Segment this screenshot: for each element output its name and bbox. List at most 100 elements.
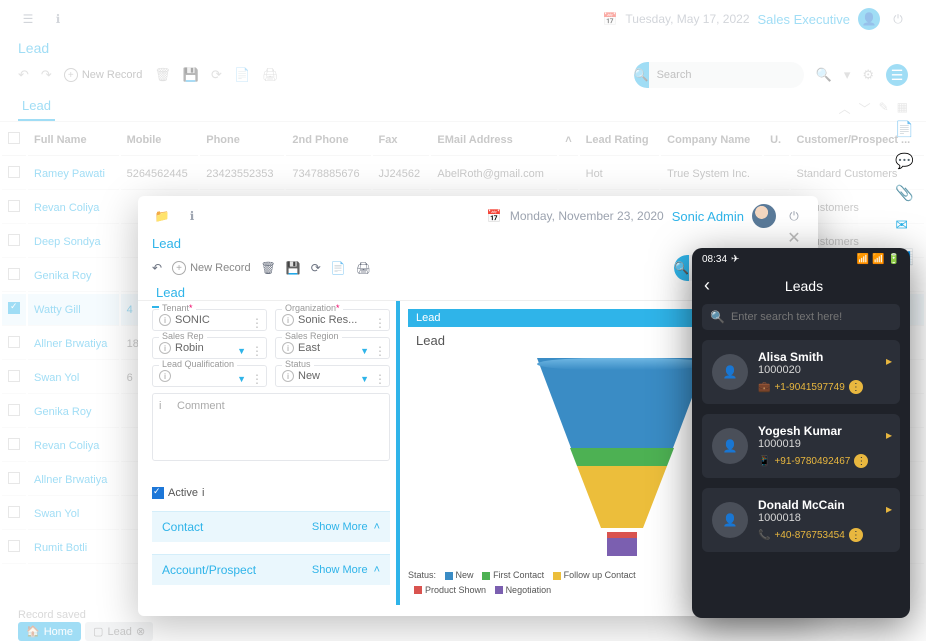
- redo-icon[interactable]: ↷: [41, 67, 52, 83]
- col-mobile[interactable]: Mobile: [121, 124, 199, 156]
- gear-icon[interactable]: ⚙: [862, 67, 874, 83]
- search-input[interactable]: [649, 69, 804, 81]
- menu-icon[interactable]: ☰: [18, 9, 38, 29]
- col-fax[interactable]: Fax: [373, 124, 430, 156]
- more-icon[interactable]: ⋮: [849, 380, 863, 394]
- info-icon[interactable]: ℹ: [182, 206, 202, 226]
- power-icon[interactable]: ⏻: [888, 9, 908, 29]
- col-phone[interactable]: Phone: [200, 124, 284, 156]
- lead-link[interactable]: Revan Coliya: [34, 202, 99, 214]
- lead-card[interactable]: 👤 Yogesh Kumar1000019 📱+91-9780492467 ⋮ …: [702, 414, 900, 478]
- chevron-right-icon[interactable]: ▸: [886, 502, 892, 516]
- lead-link[interactable]: Revan Coliya: [34, 440, 99, 452]
- trash-icon[interactable]: 🗑: [154, 67, 171, 83]
- sales-rep-field[interactable]: Sales Rep iRobin ▼⋮: [152, 337, 267, 359]
- user-link[interactable]: Sales Executive: [758, 12, 851, 27]
- lead-link[interactable]: Ramey Pawati: [34, 168, 105, 180]
- search-icon[interactable]: 🔍: [674, 255, 689, 281]
- save-icon[interactable]: 💾: [183, 67, 199, 83]
- more-icon[interactable]: ⋮: [849, 528, 863, 542]
- row-checkbox[interactable]: [8, 472, 20, 484]
- trash-icon[interactable]: 🗑: [261, 261, 276, 275]
- power-icon[interactable]: ⏻: [784, 206, 804, 226]
- col-phone2[interactable]: 2nd Phone: [286, 124, 370, 156]
- col-rating[interactable]: Lead Rating: [580, 124, 660, 156]
- row-checkbox[interactable]: [8, 506, 20, 518]
- undo-icon[interactable]: ↶: [152, 261, 162, 275]
- col-fullname[interactable]: Full Name: [28, 124, 119, 156]
- undo-icon[interactable]: ↶: [18, 67, 29, 83]
- lead-card[interactable]: 👤 Donald McCain1000018 📞+40-876753454 ⋮ …: [702, 488, 900, 552]
- save-icon[interactable]: 💾: [286, 261, 301, 275]
- tenant-field[interactable]: Tenant* iSONIC ⋮: [152, 309, 267, 331]
- close-icon[interactable]: ✕: [787, 228, 800, 248]
- organization-field[interactable]: Organization* iSonic Res... ⋮: [275, 309, 390, 331]
- lead-link[interactable]: Deep Sondya: [34, 236, 101, 248]
- lead-link[interactable]: Allner Brwatiya: [34, 474, 107, 486]
- lead-link[interactable]: Genika Roy: [34, 270, 91, 282]
- print-icon[interactable]: 🖨: [356, 261, 371, 275]
- export-icon[interactable]: 📄: [331, 261, 346, 275]
- tab-lead[interactable]: Lead: [18, 92, 55, 121]
- refresh-icon[interactable]: ⟳: [311, 261, 321, 275]
- mobile-search[interactable]: 🔍: [702, 304, 900, 330]
- info-icon[interactable]: ℹ: [48, 9, 68, 29]
- status-field[interactable]: Status iNew ▼⋮: [275, 365, 390, 387]
- admin-link[interactable]: Sonic Admin: [672, 209, 744, 224]
- chat-icon[interactable]: 💬: [895, 152, 914, 170]
- row-checkbox[interactable]: [8, 438, 20, 450]
- active-checkbox[interactable]: Activei: [152, 487, 390, 499]
- lead-link[interactable]: Swan Yol: [34, 372, 79, 384]
- new-record-button[interactable]: +New Record: [172, 261, 251, 275]
- col-u[interactable]: U.: [764, 124, 788, 156]
- new-record-button[interactable]: +New Record: [64, 68, 143, 82]
- export-icon[interactable]: 📄: [234, 67, 250, 83]
- accordion-prospect[interactable]: Account/Prospect Show More ˄: [152, 554, 390, 585]
- mobile-search-input[interactable]: [731, 311, 892, 323]
- search2-icon[interactable]: 🔍: [816, 67, 832, 83]
- lead-link[interactable]: Rumit Botli: [34, 542, 87, 554]
- hamburger-circle-icon[interactable]: ☰: [886, 64, 908, 86]
- lead-card[interactable]: 👤 Alisa Smith1000020 💼+1-9041597749 ⋮ ▸: [702, 340, 900, 404]
- row-checkbox[interactable]: [8, 166, 20, 178]
- lead-link[interactable]: Watty Gill: [34, 304, 81, 316]
- row-checkbox[interactable]: [8, 234, 20, 246]
- row-checkbox[interactable]: [8, 268, 20, 280]
- more-icon[interactable]: ⋮: [854, 454, 868, 468]
- col-company[interactable]: Company Name: [661, 124, 762, 156]
- folder-icon[interactable]: 📁: [152, 206, 172, 226]
- layout-icon[interactable]: ▦: [897, 100, 908, 117]
- accordion-contact[interactable]: Contact Show More ˄: [152, 511, 390, 542]
- search-icon[interactable]: 🔍: [634, 62, 649, 88]
- lead-link[interactable]: Genika Roy: [34, 406, 91, 418]
- sales-region-field[interactable]: Sales Region iEast ▼⋮: [275, 337, 390, 359]
- print-icon[interactable]: 🖨: [262, 67, 279, 83]
- lead-link[interactable]: Swan Yol: [34, 508, 79, 520]
- breadcrumb-home[interactable]: 🏠 Home: [18, 622, 81, 641]
- lead-link[interactable]: Allner Brwatiya: [34, 338, 107, 350]
- row-checkbox[interactable]: [8, 370, 20, 382]
- filter-icon[interactable]: ▾: [844, 67, 851, 83]
- chevron-up-icon[interactable]: ︿: [839, 100, 851, 117]
- chevron-right-icon[interactable]: ▸: [886, 428, 892, 442]
- row-checkbox[interactable]: [8, 302, 20, 314]
- mail-icon[interactable]: ✉: [895, 216, 914, 234]
- row-checkbox[interactable]: [8, 404, 20, 416]
- table-row[interactable]: Ramey Pawati 526456244523423552353734788…: [2, 158, 924, 190]
- avatar[interactable]: [752, 204, 776, 228]
- chevron-down-icon[interactable]: ﹀: [859, 100, 871, 117]
- row-checkbox[interactable]: [8, 540, 20, 552]
- comment-field[interactable]: iComment: [152, 393, 390, 461]
- doc-icon[interactable]: 📄: [895, 120, 914, 138]
- row-checkbox[interactable]: [8, 336, 20, 348]
- breadcrumb-lead[interactable]: ▢ Lead ⊗: [85, 622, 153, 641]
- lead-qualification-field[interactable]: Lead Qualification i ▼⋮: [152, 365, 267, 387]
- col-email[interactable]: EMail Address: [431, 124, 557, 156]
- checkbox-all[interactable]: [8, 132, 20, 144]
- avatar[interactable]: 👤: [858, 8, 880, 30]
- refresh-icon[interactable]: ⟳: [211, 67, 222, 83]
- chevron-right-icon[interactable]: ▸: [886, 354, 892, 368]
- clip-icon[interactable]: 📎: [895, 184, 914, 202]
- row-checkbox[interactable]: [8, 200, 20, 212]
- sort-icon[interactable]: ˄: [559, 124, 577, 156]
